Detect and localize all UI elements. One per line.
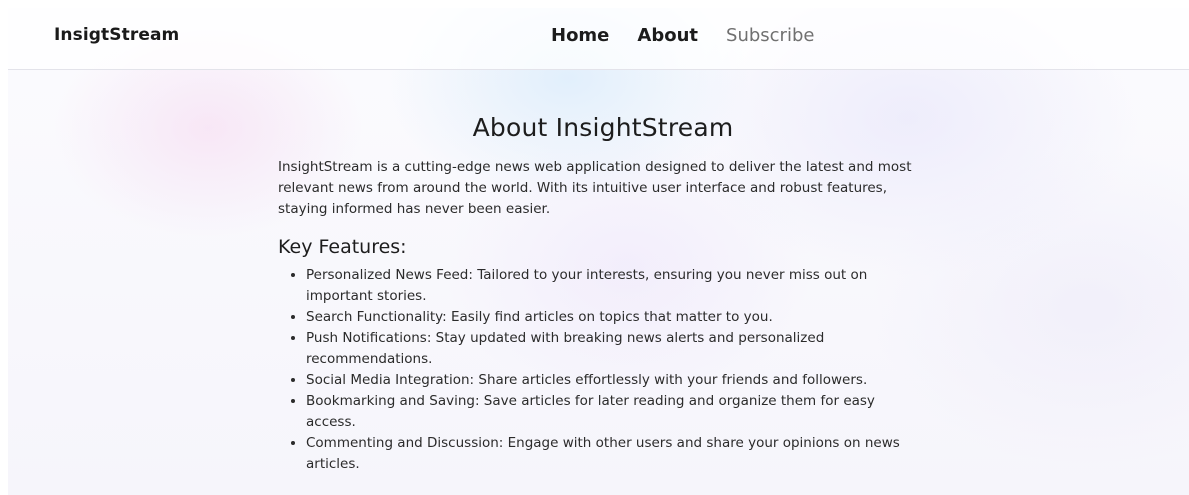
nav-link-subscribe[interactable]: Subscribe [726, 25, 814, 46]
feature-item-personalized-feed: Personalized News Feed: Tailored to your… [306, 265, 928, 307]
feature-item-social-media: Social Media Integration: Share articles… [306, 370, 928, 391]
feature-item-commenting: Commenting and Discussion: Engage with o… [306, 433, 928, 475]
nav-link-home[interactable]: Home [551, 25, 609, 46]
key-features-heading: Key Features: [278, 236, 407, 258]
feature-item-bookmarking: Bookmarking and Saving: Save articles fo… [306, 391, 928, 433]
features-list: Personalized News Feed: Tailored to your… [278, 265, 928, 475]
page-title: About InsightStream [472, 113, 734, 142]
nav-links: Home About Subscribe [551, 25, 814, 46]
nav-link-about[interactable]: About [637, 25, 698, 46]
feature-item-push-notifications: Push Notifications: Stay updated with br… [306, 328, 928, 370]
intro-paragraph: InsightStream is a cutting-edge news web… [278, 159, 912, 217]
about-content: About InsightStream InsightStream is a c… [278, 110, 928, 475]
brand-logo[interactable]: InsigtStream [54, 25, 179, 45]
page-frame: InsigtStream Home About Subscribe About … [8, 8, 1189, 495]
navbar: InsigtStream Home About Subscribe [8, 8, 1189, 70]
feature-item-search: Search Functionality: Easily find articl… [306, 307, 928, 328]
